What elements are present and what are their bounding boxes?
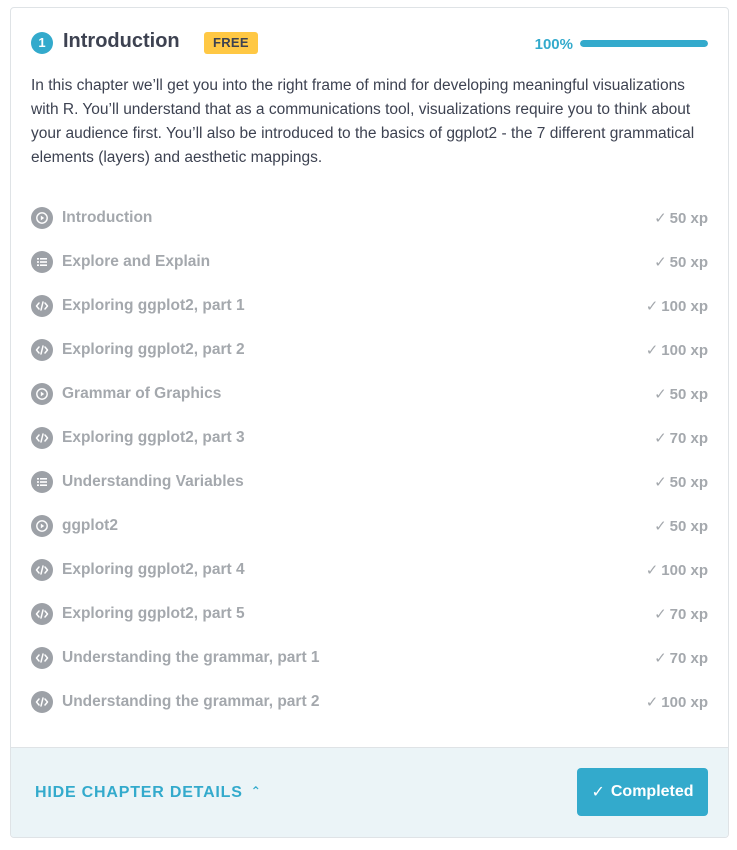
exercise-title: Introduction bbox=[62, 209, 153, 226]
chapter-card: 1 Introduction FREE 100% In this chapter… bbox=[10, 7, 729, 838]
chapter-description: In this chapter we’ll get you into the r… bbox=[31, 77, 695, 166]
exercise-xp: ✓ 100 xp bbox=[646, 561, 708, 579]
code-icon bbox=[31, 559, 53, 581]
video-icon bbox=[31, 383, 53, 405]
checkmark-icon: ✓ bbox=[645, 694, 659, 711]
code-icon bbox=[31, 647, 53, 669]
exercise-xp: ✓ 70 xp bbox=[654, 605, 708, 623]
code-icon bbox=[31, 603, 53, 625]
exercise-xp-value: 70 xp bbox=[669, 606, 708, 623]
checkmark-icon: ✓ bbox=[645, 342, 659, 359]
code-icon bbox=[31, 295, 53, 317]
exercise-title: Exploring ggplot2, part 4 bbox=[62, 561, 245, 578]
checkmark-icon: ✓ bbox=[645, 298, 659, 315]
exercise-xp-value: 100 xp bbox=[661, 694, 708, 711]
exercise-item[interactable]: Exploring ggplot2, part 4 ✓ 100 xp bbox=[31, 548, 708, 592]
progress-bar-fill bbox=[580, 40, 708, 47]
checkmark-icon: ✓ bbox=[654, 606, 667, 623]
exercise-title: Exploring ggplot2, part 3 bbox=[62, 429, 245, 446]
code-icon bbox=[31, 427, 53, 449]
chapter-number-badge: 1 bbox=[31, 32, 53, 54]
exercise-title: Understanding the grammar, part 1 bbox=[62, 649, 320, 666]
code-icon bbox=[31, 339, 53, 361]
exercise-item[interactable]: Introduction ✓ 50 xp bbox=[31, 196, 708, 240]
exercise-item[interactable]: Exploring ggplot2, part 2 ✓ 100 xp bbox=[31, 328, 708, 372]
exercise-xp-value: 100 xp bbox=[661, 298, 708, 315]
exercise-xp: ✓ 100 xp bbox=[646, 341, 708, 359]
chapter-footer: HIDE CHAPTER DETAILS ⌃ ✓ Completed bbox=[11, 747, 728, 837]
exercise-title: Understanding the grammar, part 2 bbox=[62, 693, 320, 710]
exercise-title: Grammar of Graphics bbox=[62, 385, 222, 402]
exercise-item[interactable]: Understanding Variables ✓ 50 xp bbox=[31, 460, 708, 504]
exercise-xp-value: 50 xp bbox=[669, 210, 708, 227]
exercise-title: Understanding Variables bbox=[62, 473, 244, 490]
exercise-xp-value: 50 xp bbox=[669, 254, 708, 271]
checkmark-icon: ✓ bbox=[654, 650, 667, 667]
exercise-list: Introduction ✓ 50 xp Explore and Explain ✓ 50… bbox=[31, 196, 708, 724]
checkmark-icon: ✓ bbox=[654, 254, 667, 271]
free-badge: FREE bbox=[204, 32, 258, 54]
hide-chapter-details-button[interactable]: HIDE CHAPTER DETAILS ⌃ bbox=[35, 784, 262, 802]
checkmark-icon: ✓ bbox=[654, 518, 667, 535]
exercise-xp-value: 70 xp bbox=[669, 430, 708, 447]
list-icon bbox=[31, 251, 53, 273]
exercise-xp: ✓ 50 xp bbox=[654, 253, 708, 271]
exercise-xp-value: 50 xp bbox=[669, 386, 708, 403]
exercise-xp: ✓ 50 xp bbox=[654, 517, 708, 535]
checkmark-icon: ✓ bbox=[654, 474, 667, 491]
exercise-item[interactable]: Exploring ggplot2, part 3 ✓ 70 xp bbox=[31, 416, 708, 460]
exercise-item[interactable]: Explore and Explain ✓ 50 xp bbox=[31, 240, 708, 284]
exercise-item[interactable]: ggplot2 ✓ 50 xp bbox=[31, 504, 708, 548]
checkmark-icon: ✓ bbox=[591, 784, 605, 801]
checkmark-icon: ✓ bbox=[654, 210, 667, 227]
completed-button[interactable]: ✓ Completed bbox=[577, 768, 708, 816]
exercise-item[interactable]: Exploring ggplot2, part 5 ✓ 70 xp bbox=[31, 592, 708, 636]
exercise-xp: ✓ 50 xp bbox=[654, 385, 708, 403]
code-icon bbox=[31, 691, 53, 713]
exercise-title: Exploring ggplot2, part 5 bbox=[62, 605, 245, 622]
exercise-xp: ✓ 100 xp bbox=[646, 693, 708, 711]
progress-bar bbox=[580, 40, 708, 47]
exercise-title: Explore and Explain bbox=[62, 253, 211, 270]
checkmark-icon: ✓ bbox=[654, 430, 667, 447]
checkmark-icon: ✓ bbox=[645, 562, 659, 579]
exercise-xp-value: 50 xp bbox=[669, 474, 708, 491]
exercise-item[interactable]: Exploring ggplot2, part 1 ✓ 100 xp bbox=[31, 284, 708, 328]
exercise-title: Exploring ggplot2, part 2 bbox=[62, 341, 245, 358]
progress-percent: 100% bbox=[534, 36, 573, 53]
exercise-xp: ✓ 50 xp bbox=[654, 209, 708, 227]
chevron-up-icon: ⌃ bbox=[250, 784, 262, 798]
exercise-xp: ✓ 70 xp bbox=[654, 429, 708, 447]
exercise-xp-value: 100 xp bbox=[661, 342, 708, 359]
chapter-header: 1 Introduction FREE 100% bbox=[31, 28, 708, 58]
exercise-xp: ✓ 70 xp bbox=[654, 649, 708, 667]
video-icon bbox=[31, 207, 53, 229]
list-icon bbox=[31, 471, 53, 493]
exercise-item[interactable]: Understanding the grammar, part 2 ✓ 100 xp bbox=[31, 680, 708, 724]
exercise-title: ggplot2 bbox=[62, 517, 118, 534]
exercise-xp-value: 50 xp bbox=[669, 518, 708, 535]
exercise-item[interactable]: Grammar of Graphics ✓ 50 xp bbox=[31, 372, 708, 416]
video-icon bbox=[31, 515, 53, 537]
exercise-xp-value: 70 xp bbox=[669, 650, 708, 667]
exercise-xp-value: 100 xp bbox=[661, 562, 708, 579]
completed-label: Completed bbox=[610, 783, 694, 800]
exercise-xp: ✓ 100 xp bbox=[646, 297, 708, 315]
chapter-title[interactable]: Introduction bbox=[63, 30, 180, 53]
checkmark-icon: ✓ bbox=[654, 386, 667, 403]
exercise-item[interactable]: Understanding the grammar, part 1 ✓ 70 xp bbox=[31, 636, 708, 680]
exercise-title: Exploring ggplot2, part 1 bbox=[62, 297, 245, 314]
exercise-xp: ✓ 50 xp bbox=[654, 473, 708, 491]
hide-chapter-details-label: HIDE CHAPTER DETAILS bbox=[35, 784, 243, 801]
